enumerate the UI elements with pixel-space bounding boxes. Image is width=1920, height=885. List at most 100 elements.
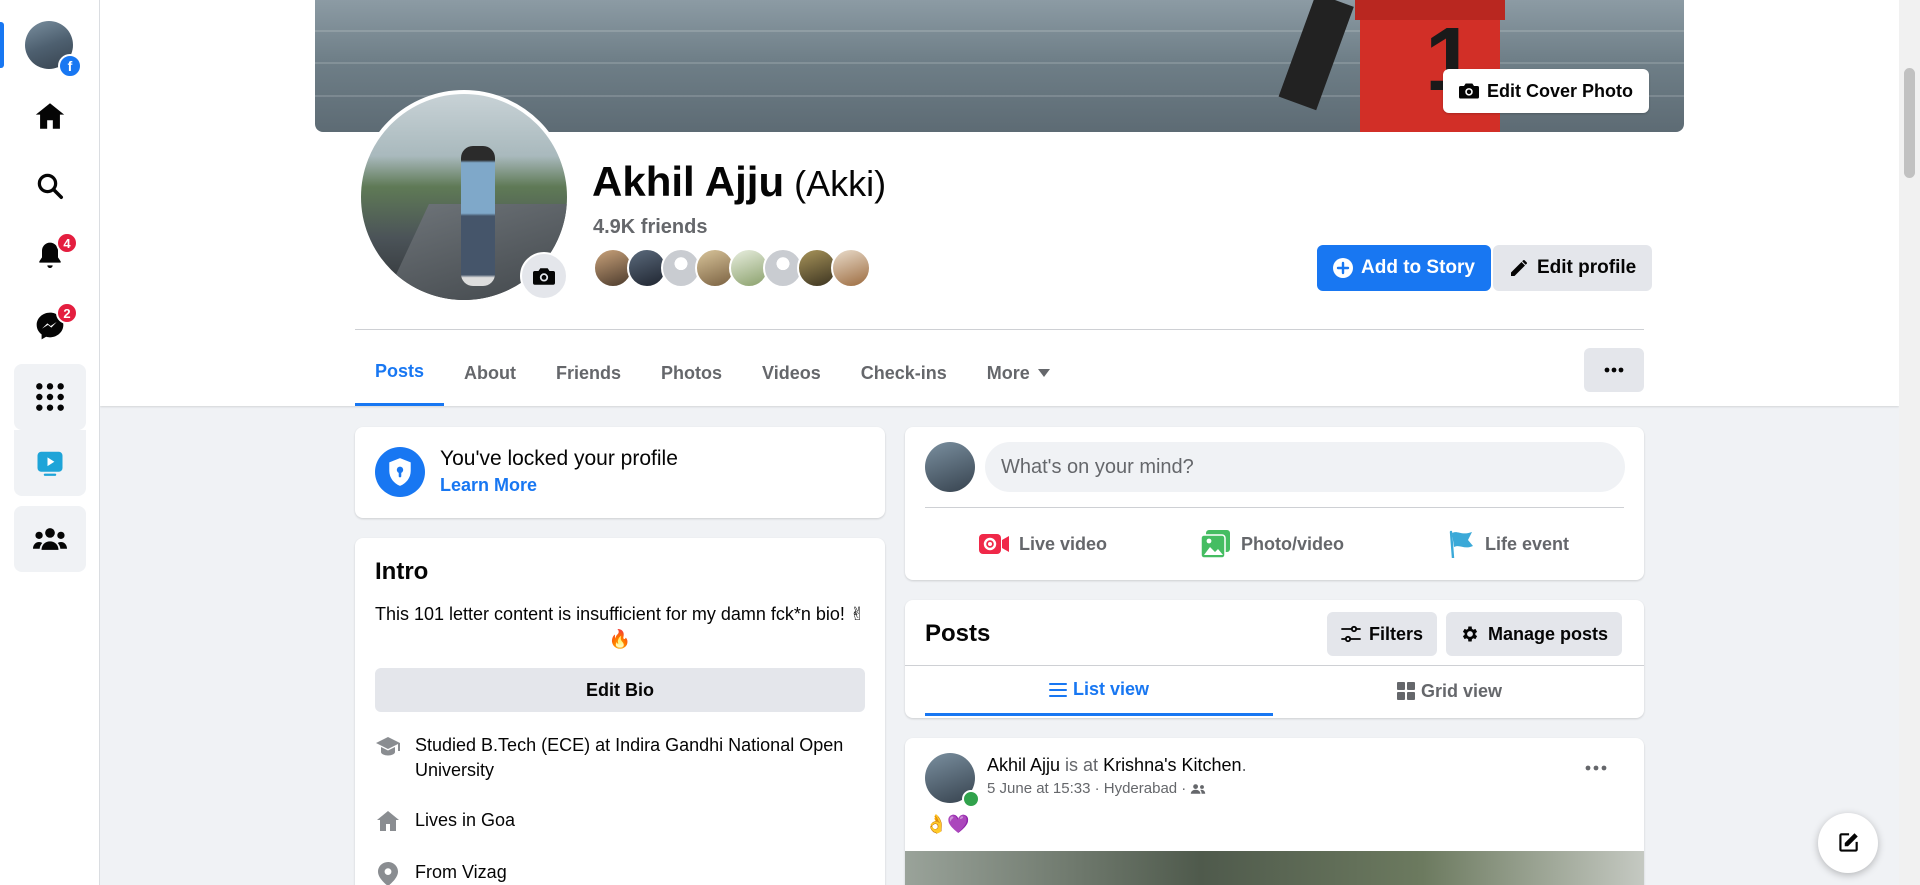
grid-view-label: Grid view [1420, 680, 1503, 701]
gear-icon [1462, 626, 1478, 642]
online-status-dot [962, 790, 980, 808]
learn-more-link[interactable]: Learn More [440, 475, 537, 496]
tab-videos[interactable]: Videos [742, 340, 841, 406]
edit-profile-button[interactable]: Edit profile [1493, 245, 1653, 291]
list-view-label: List view [1072, 679, 1150, 699]
home-button[interactable] [14, 84, 86, 148]
post-text: 👌💜 [925, 814, 970, 834]
tab-about[interactable]: About [444, 340, 536, 406]
from-place-link[interactable]: Vizag [462, 862, 507, 882]
live-video-icon [979, 534, 1009, 554]
menu-grid-icon [36, 383, 64, 411]
add-to-story-button[interactable]: Add to Story [1317, 245, 1491, 291]
menu-button[interactable] [14, 364, 86, 430]
lives-prefix: Lives in [415, 810, 482, 830]
list-icon [1048, 682, 1067, 697]
camera-icon [533, 267, 555, 285]
active-indicator [0, 22, 4, 68]
grid-icon [1396, 682, 1415, 700]
friends-count-link[interactable]: 4.9K friends [593, 216, 707, 239]
tab-photos[interactable]: Photos [641, 340, 742, 406]
tab-posts[interactable]: Posts [355, 340, 445, 406]
caret-down-icon [1037, 369, 1050, 377]
messenger-button[interactable] [14, 294, 86, 358]
posts-title: Posts [925, 620, 991, 647]
post-card: Akhil Ajju is at Krishna's Kitchen. 5 Ju… [905, 738, 1644, 885]
profile-name-row: Akhil Ajju (Akki) [592, 158, 886, 206]
profile-more-options-button[interactable] [1584, 348, 1644, 392]
groups-button[interactable] [14, 506, 86, 572]
post-header: Akhil Ajju is at Krishna's Kitchen. [987, 755, 1247, 776]
manage-posts-button[interactable]: Manage posts [1446, 612, 1623, 656]
post-photo[interactable] [905, 851, 1644, 885]
filters-button[interactable]: Filters [1327, 612, 1438, 656]
profile-nickname: (Akki) [794, 163, 887, 204]
profile-name: Akhil Ajju [592, 158, 785, 205]
location-pin-icon [375, 860, 401, 885]
intro-card: Intro This 101 letter content is insuffi… [355, 538, 885, 885]
camera-icon [1459, 83, 1479, 99]
compose-icon [1839, 833, 1858, 852]
profile-main: 1 Edit Cover Photo Akhil Ajju (Akki) 4.9… [100, 0, 1899, 885]
plus-circle-icon [1333, 258, 1353, 278]
intro-from: From Vizag [375, 860, 507, 885]
posts-header-card: Posts Filters Manage posts List view Gri… [905, 600, 1644, 718]
tab-friends[interactable]: Friends [536, 340, 641, 406]
post-author-link[interactable]: Akhil Ajju [987, 755, 1060, 775]
facebook-badge-icon: f [58, 54, 82, 78]
left-rail: f 4 2 [0, 0, 100, 885]
post-timestamp[interactable]: 5 June at 15:33 · Hyderabad · [987, 780, 1186, 797]
intro-education: Studied B.Tech (ECE) at Indira Gandhi Na… [375, 733, 865, 783]
edit-profile-label: Edit profile [1537, 257, 1637, 278]
page-scrollbar[interactable] [1899, 0, 1920, 885]
whats-on-your-mind-input[interactable]: What's on your mind? [985, 442, 1625, 492]
scrollbar-thumb[interactable] [1904, 68, 1915, 178]
life-event-label: Life event [1485, 533, 1570, 554]
live-video-label: Live video [1019, 533, 1108, 554]
graduation-cap-icon [375, 733, 401, 783]
life-event-button[interactable]: Life event [1449, 522, 1569, 566]
list-view-tab[interactable]: List view [925, 666, 1273, 716]
update-profile-picture-button[interactable] [520, 252, 568, 300]
lives-place-link[interactable]: Goa [481, 810, 515, 830]
edit-bio-button[interactable]: Edit Bio [375, 668, 865, 712]
post-options-button[interactable] [1585, 758, 1607, 776]
house-icon [375, 808, 401, 833]
messenger-badge: 2 [56, 302, 78, 324]
education-prefix: Studied B.Tech (ECE) at [415, 735, 616, 755]
post-meta: 5 June at 15:33 · Hyderabad · [987, 780, 1206, 797]
life-event-flag-icon [1449, 530, 1473, 558]
locked-profile-card: You've locked your profile Learn More [355, 427, 885, 518]
more-dots-icon [1604, 367, 1624, 373]
edit-cover-photo-button[interactable]: Edit Cover Photo [1443, 69, 1650, 113]
header-divider [355, 329, 1644, 330]
filters-label: Filters [1369, 623, 1424, 644]
friend-avatar[interactable] [831, 248, 871, 288]
watch-button[interactable] [14, 430, 86, 496]
friend-avatars [593, 248, 871, 288]
composer-avatar[interactable] [925, 442, 975, 492]
shield-lock-icon [375, 447, 425, 497]
post-place-link[interactable]: Krishna's Kitchen [1103, 755, 1242, 775]
tab-more[interactable]: More [967, 340, 1070, 406]
bio-text: This 101 letter content is insufficient … [375, 604, 865, 649]
intro-title: Intro [375, 558, 429, 585]
groups-icon [33, 528, 67, 550]
tab-check-ins[interactable]: Check-ins [841, 340, 967, 406]
tab-more-label: More [986, 362, 1030, 383]
home-icon [35, 103, 65, 129]
new-message-button[interactable] [1818, 813, 1878, 873]
photo-video-label: Photo/video [1241, 533, 1344, 554]
composer-divider [925, 507, 1624, 508]
locked-profile-title: You've locked your profile [440, 447, 678, 470]
live-video-button[interactable]: Live video [979, 522, 1107, 566]
post-composer: What's on your mind? Live video Photo/vi… [905, 427, 1644, 580]
post-is-at: is at [1060, 755, 1104, 775]
grid-view-tab[interactable]: Grid view [1275, 666, 1624, 716]
notifications-badge: 4 [56, 232, 78, 254]
search-button[interactable] [14, 154, 86, 218]
intro-lives-in: Lives in Goa [375, 808, 515, 833]
photo-video-button[interactable]: Photo/video [1201, 522, 1344, 566]
notifications-button[interactable] [14, 224, 86, 288]
edit-cover-photo-label: Edit Cover Photo [1487, 80, 1634, 101]
